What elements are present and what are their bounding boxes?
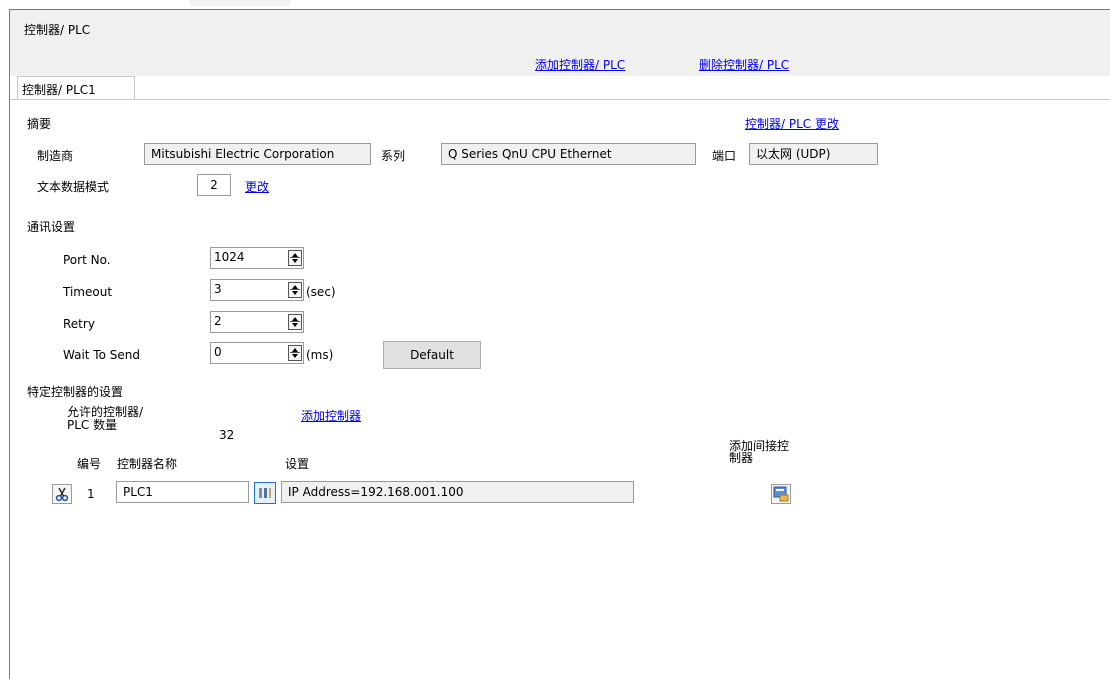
col-number-header: 编号	[77, 457, 102, 471]
allowed-plc-count-label: 允许的控制器/ PLC 数量	[67, 406, 143, 432]
wait-value: 0	[214, 345, 222, 359]
frame-border-left	[9, 9, 10, 679]
port-no-value: 1024	[214, 250, 245, 264]
port-no-spin-arrows-icon[interactable]	[288, 250, 302, 266]
wait-spin-arrows-icon[interactable]	[288, 345, 302, 361]
port-label: 端口	[712, 149, 737, 163]
retry-label: Retry	[63, 317, 95, 331]
manufacturer-label: 制造商	[37, 149, 74, 163]
row-number: 1	[87, 487, 95, 501]
default-button[interactable]: Default	[383, 341, 481, 369]
delete-plc-link[interactable]: 删除控制器/ PLC	[699, 56, 789, 73]
wait-label: Wait To Send	[63, 348, 140, 362]
timeout-value: 3	[214, 282, 222, 296]
allowed-plc-count-value: 32	[219, 428, 235, 442]
text-mode-field: 2	[197, 174, 231, 196]
comm-heading: 通讯设置	[27, 220, 76, 234]
frame-border-top	[9, 9, 1110, 10]
summary-heading: 摘要	[27, 117, 52, 131]
row-settings-field: IP Address=192.168.001.100	[281, 481, 634, 503]
plc-change-link[interactable]: 控制器/ PLC 更改	[745, 115, 839, 132]
retry-value: 2	[214, 314, 222, 328]
col-indirect-line2: 制器	[729, 451, 754, 465]
tab-plc1-label: 控制器/ PLC1	[22, 83, 96, 97]
col-settings-header: 设置	[285, 457, 310, 471]
add-controller-link[interactable]: 添加控制器	[301, 407, 361, 424]
series-label: 系列	[381, 149, 406, 163]
row-controller-name-input[interactable]: PLC1	[116, 481, 249, 503]
timeout-label: Timeout	[63, 285, 113, 299]
window-title: 控制器/ PLC	[24, 23, 91, 37]
settings-grid-icon[interactable]	[254, 482, 276, 504]
top-edge-mark	[190, 0, 290, 6]
scissors-icon[interactable]	[52, 484, 72, 504]
allowed-label-line2: PLC 数量	[67, 418, 118, 432]
series-field: Q Series QnU CPU Ethernet	[441, 143, 696, 165]
timeout-spinner[interactable]: 3	[210, 279, 304, 301]
retry-spinner[interactable]: 2	[210, 311, 304, 333]
add-indirect-controller-icon[interactable]	[771, 484, 791, 504]
wait-unit: (ms)	[306, 348, 334, 362]
wait-spinner[interactable]: 0	[210, 342, 304, 364]
retry-spin-arrows-icon[interactable]	[288, 314, 302, 330]
tabstrip-divider	[10, 99, 1110, 100]
specific-heading: 特定控制器的设置	[27, 385, 124, 399]
add-plc-link[interactable]: 添加控制器/ PLC	[535, 56, 625, 73]
manufacturer-field: Mitsubishi Electric Corporation	[144, 143, 371, 165]
port-no-spinner[interactable]: 1024	[210, 247, 304, 269]
col-indirect-header: 添加间接控 制器	[729, 440, 789, 464]
col-name-header: 控制器名称	[117, 457, 178, 471]
port-field: 以太网 (UDP)	[749, 143, 878, 165]
timeout-spin-arrows-icon[interactable]	[288, 282, 302, 298]
text-mode-change-link[interactable]: 更改	[245, 178, 269, 195]
text-mode-label: 文本数据模式	[37, 180, 110, 194]
tab-plc1[interactable]: 控制器/ PLC1	[17, 76, 135, 99]
port-no-label: Port No.	[63, 253, 111, 267]
timeout-unit: (sec)	[306, 285, 336, 299]
